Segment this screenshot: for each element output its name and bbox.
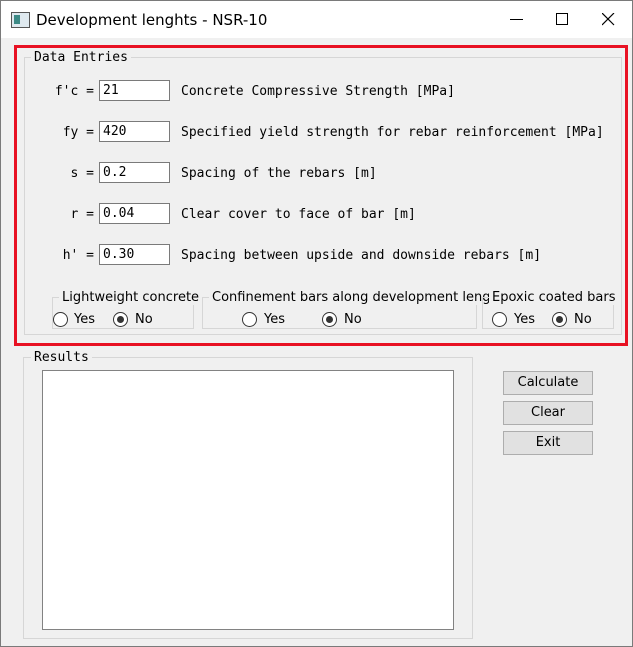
- fy-input[interactable]: [99, 121, 170, 142]
- confinement-bars-title: Confinement bars along development lengt…: [209, 290, 507, 305]
- epoxy-yes-label: Yes: [514, 312, 535, 327]
- fc-label: f'c =: [54, 84, 94, 99]
- epoxy-coated-title: Epoxic coated bars: [489, 290, 619, 305]
- app-window: Development lenghts - NSR-10 Data Entrie…: [0, 0, 633, 647]
- window-title: Development lenghts - NSR-10: [36, 11, 268, 29]
- clear-button[interactable]: Clear: [503, 401, 593, 425]
- maximize-icon: [556, 13, 568, 25]
- lightweight-yes-label: Yes: [74, 312, 95, 327]
- cover-description: Clear cover to face of bar [m]: [181, 207, 416, 222]
- spacing-description: Spacing of the rebars [m]: [181, 166, 377, 181]
- lightweight-yes-radio[interactable]: [53, 312, 68, 327]
- title-bar: Development lenghts - NSR-10: [1, 1, 632, 38]
- maximize-button[interactable]: [540, 1, 586, 38]
- exit-button[interactable]: Exit: [503, 431, 593, 455]
- confinement-yes-label: Yes: [264, 312, 285, 327]
- close-button[interactable]: [586, 1, 632, 38]
- minimize-button[interactable]: [494, 1, 540, 38]
- results-output[interactable]: [42, 370, 454, 630]
- cover-input[interactable]: [99, 203, 170, 224]
- results-legend: Results: [31, 350, 92, 365]
- confinement-no-radio[interactable]: [322, 312, 337, 327]
- app-icon: [11, 12, 30, 28]
- cover-label: r =: [70, 207, 94, 222]
- close-icon: [602, 13, 615, 26]
- data-entries-legend: Data Entries: [31, 50, 131, 65]
- lightweight-no-radio[interactable]: [113, 312, 128, 327]
- epoxy-no-radio[interactable]: [552, 312, 567, 327]
- calculate-button[interactable]: Calculate: [503, 371, 593, 395]
- confinement-no-label: No: [344, 312, 362, 327]
- epoxy-no-label: No: [574, 312, 592, 327]
- fy-label: fy =: [62, 125, 94, 140]
- confinement-yes-radio[interactable]: [242, 312, 257, 327]
- lightweight-no-label: No: [135, 312, 153, 327]
- h-spacing-description: Spacing between upside and downside reba…: [181, 248, 542, 263]
- fc-description: Concrete Compressive Strength [MPa]: [181, 84, 455, 99]
- h-spacing-input[interactable]: [99, 244, 170, 265]
- h-spacing-label: h' =: [62, 248, 94, 263]
- spacing-input[interactable]: [99, 162, 170, 183]
- fy-description: Specified yield strength for rebar reinf…: [181, 125, 604, 140]
- spacing-label: s =: [70, 166, 94, 181]
- epoxy-yes-radio[interactable]: [492, 312, 507, 327]
- minimize-icon: [510, 19, 523, 20]
- fc-input[interactable]: [99, 80, 170, 101]
- lightweight-concrete-title: Lightweight concrete: [59, 290, 203, 305]
